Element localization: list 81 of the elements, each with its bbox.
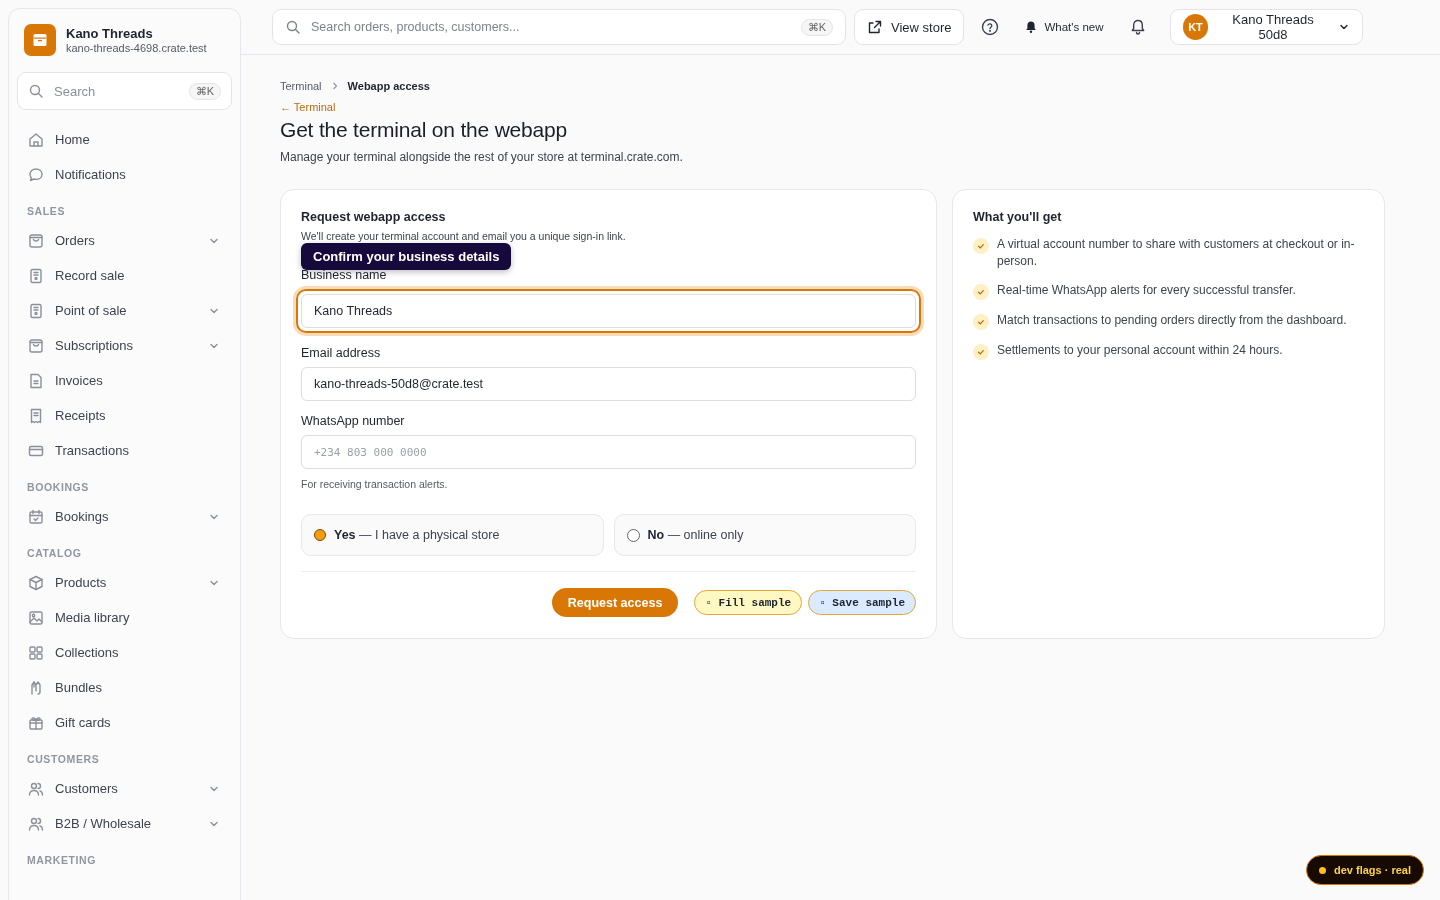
box-icon [27, 573, 45, 592]
benefit-text: Settlements to your personal account within 24 hours. [997, 342, 1283, 359]
sidebar-item[interactable]: Record sale [17, 258, 232, 293]
sample-button[interactable]: ▫ Fill sample [694, 590, 803, 615]
card-title: Request webapp access [301, 210, 447, 224]
calculator-icon [27, 301, 45, 320]
back-link[interactable]: ← Terminal [280, 101, 336, 113]
field-label: Business name [301, 268, 388, 282]
page-title: Get the terminal on the webapp [280, 118, 569, 142]
dev-flags-badge[interactable]: dev flags · real [1305, 855, 1424, 885]
sample-button[interactable]: ▫ Save sample [808, 590, 916, 615]
search-field[interactable]: Search orders, products, customers... ⌘K [272, 9, 846, 45]
field-label: Email address [301, 346, 382, 360]
section-heading: MARKETING [26, 854, 97, 868]
check-icon [973, 314, 989, 330]
check-icon [973, 284, 989, 300]
calculator-icon [27, 266, 45, 285]
benefit-text: Real-time WhatsApp alerts for every successful transfer. [997, 282, 1296, 299]
search-icon [28, 83, 44, 99]
radio-button[interactable] [626, 528, 640, 542]
store-logo-icon [24, 24, 56, 56]
sidebar-item[interactable]: Subscriptions [17, 328, 232, 363]
search-icon [285, 19, 301, 35]
bag-icon [27, 231, 45, 250]
sidebar-item[interactable]: B2B / Wholesale [17, 806, 232, 841]
image-icon [27, 608, 45, 627]
breadcrumb-link[interactable]: Terminal [280, 80, 322, 92]
benefit-text: A virtual account number to share with customers at checkout or in-person. [997, 236, 1356, 270]
account-name: Kano Threads 50d8 [1231, 12, 1315, 42]
section-heading: CATALOG [26, 547, 83, 561]
chat-bubble-icon [27, 165, 45, 184]
view-store-button[interactable]: View store [854, 9, 965, 45]
avatar: KT [1182, 14, 1209, 40]
radio-option[interactable]: Yes — I have a physical store [301, 514, 604, 556]
sidebar-item[interactable]: Gift cards [17, 705, 232, 740]
page-subtitle: Manage your terminal alongside the rest of your store at terminal.crate.com. [280, 150, 684, 164]
text-field[interactable]: Kano Threads [301, 294, 916, 328]
check-icon [973, 238, 989, 254]
sidebar-item[interactable]: Collections [17, 635, 232, 670]
tooltip: Confirm your business details [301, 243, 512, 270]
store-domain: kano-threads-4698.crate.test [66, 42, 207, 54]
text-field[interactable]: kano-threads-50d8@crate.test [301, 367, 916, 401]
sidebar-item[interactable]: Home [17, 122, 232, 157]
sidebar-item[interactable]: Orders [17, 223, 232, 258]
shortcut-hint: ⌘K [188, 82, 221, 100]
breadcrumb-current: Webapp access [347, 80, 430, 92]
account-menu[interactable]: KT Kano Threads 50d8 [1169, 9, 1363, 45]
field-label: WhatsApp number [301, 414, 406, 428]
sidebar-item[interactable]: Bundles [17, 670, 232, 705]
radio-option[interactable]: No — online only [613, 514, 916, 556]
text-field[interactable]: +234 803 000 0000 [301, 435, 916, 469]
sidebar-item[interactable]: Media library [17, 600, 232, 635]
sidebar-item[interactable]: Invoices [17, 363, 232, 398]
check-icon [973, 344, 989, 360]
section-heading: SALES [26, 205, 66, 219]
search-field[interactable]: Search ⌘K [17, 72, 232, 110]
sidebar-item[interactable]: Customers [17, 771, 232, 806]
card-title: What you'll get [973, 210, 1063, 224]
home-icon [27, 130, 45, 149]
document-icon [27, 371, 45, 390]
whats-new-button[interactable]: What's new [1016, 20, 1112, 34]
sidebar-item[interactable]: Transactions [17, 433, 232, 468]
external-link-icon [867, 19, 883, 35]
store-name: Kano Threads [66, 26, 154, 41]
bag-icon [27, 336, 45, 355]
sidebar-item[interactable]: Bookings [17, 499, 232, 534]
grid-icon [27, 643, 45, 662]
section-heading: CUSTOMERS [26, 753, 101, 767]
radio-button[interactable] [314, 529, 326, 541]
sidebar-item[interactable]: Receipts [17, 398, 232, 433]
option-label: No — online only [647, 528, 744, 542]
calendar-icon [27, 507, 45, 526]
sidebar-item[interactable]: Point of sale [17, 293, 232, 328]
shortcut-hint: ⌘K [800, 18, 833, 36]
section-heading: BOOKINGS [26, 481, 90, 495]
sidebar-item[interactable]: Notifications [17, 157, 232, 192]
option-label: Yes — I have a physical store [334, 528, 500, 542]
sidebar-item[interactable]: Products [17, 565, 232, 600]
benefit-text: Match transactions to pending orders directly from the dashboard. [997, 312, 1347, 329]
card-description: We'll create your terminal account and email you a unique sign-in link. [301, 230, 627, 242]
field-hint: For receiving transaction alerts. [301, 478, 449, 490]
